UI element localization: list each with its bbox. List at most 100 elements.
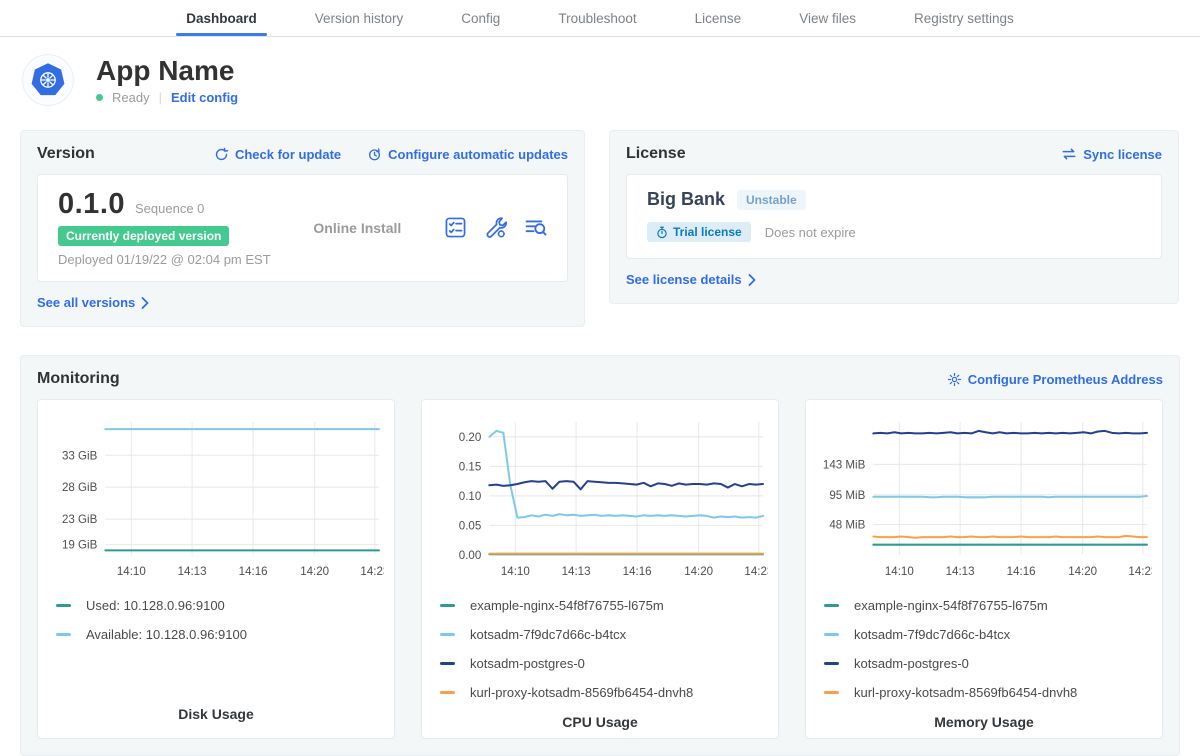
legend-swatch [440, 662, 455, 665]
edit-config-gear-icon[interactable] [484, 216, 507, 239]
legend-label: example-nginx-54f8f76755-l675m [854, 598, 1048, 613]
check-for-update-button[interactable]: Check for update [214, 147, 341, 162]
legend-swatch [440, 691, 455, 694]
legend-item: kotsadm-postgres-0 [824, 656, 1152, 671]
legend-item: kotsadm-7f9dc7d66c-b4tcx [824, 627, 1152, 642]
svg-text:14:16: 14:16 [623, 566, 652, 578]
legend-item: kurl-proxy-kotsadm-8569fb6454-dnvh8 [440, 685, 768, 700]
legend-swatch [824, 633, 839, 636]
legend-swatch [440, 633, 455, 636]
license-customer-name: Big Bank [647, 189, 725, 210]
configure-automatic-updates-button[interactable]: Configure automatic updates [367, 147, 568, 162]
svg-text:14:13: 14:13 [946, 566, 975, 578]
svg-text:14:20: 14:20 [1068, 566, 1097, 578]
svg-text:14:16: 14:16 [239, 566, 268, 578]
legend-label: kotsadm-7f9dc7d66c-b4tcx [854, 627, 1010, 642]
svg-text:48 MiB: 48 MiB [829, 520, 865, 532]
version-sequence: Sequence 0 [135, 201, 204, 216]
top-nav: Dashboard Version history Config Trouble… [0, 0, 1200, 37]
status-dot [96, 94, 103, 101]
see-license-details-link[interactable]: See license details [626, 272, 756, 287]
legend-swatch [824, 662, 839, 665]
svg-text:14:13: 14:13 [178, 566, 207, 578]
legend-item: Available: 10.128.0.96:9100 [56, 627, 384, 642]
configure-prometheus-button[interactable]: Configure Prometheus Address [947, 372, 1163, 387]
legend-label: Used: 10.128.0.96:9100 [86, 598, 225, 613]
svg-text:14:10: 14:10 [501, 566, 530, 578]
view-logs-icon[interactable] [524, 216, 547, 239]
tab-troubleshoot[interactable]: Troubleshoot [554, 0, 640, 36]
trial-license-badge: Trial license [647, 222, 751, 242]
svg-text:28 GiB: 28 GiB [62, 482, 98, 494]
deployed-timestamp: Deployed 01/19/22 @ 02:04 pm EST [58, 252, 271, 267]
svg-text:14:23: 14:23 [360, 566, 384, 578]
chevron-right-icon [748, 274, 756, 286]
legend-item: example-nginx-54f8f76755-l675m [440, 598, 768, 613]
app-status: Ready [112, 90, 150, 105]
svg-text:0.10: 0.10 [459, 491, 481, 503]
tab-dashboard[interactable]: Dashboard [182, 0, 261, 36]
version-panel: Version Check for update Configure autom… [20, 130, 585, 327]
svg-text:14:13: 14:13 [562, 566, 591, 578]
sync-license-button[interactable]: Sync license [1061, 147, 1162, 162]
tab-registry-settings[interactable]: Registry settings [910, 0, 1018, 36]
sync-icon [1061, 147, 1077, 161]
tab-config[interactable]: Config [457, 0, 504, 36]
tab-version-history[interactable]: Version history [311, 0, 408, 36]
svg-text:33 GiB: 33 GiB [62, 450, 98, 462]
svg-text:143 MiB: 143 MiB [823, 459, 866, 471]
legend-label: kotsadm-postgres-0 [854, 656, 969, 671]
stopwatch-icon [656, 226, 668, 239]
tab-view-files[interactable]: View files [795, 0, 860, 36]
deployed-version-badge: Currently deployed version [58, 226, 229, 246]
chart-title: CPU Usage [432, 714, 768, 732]
license-panel: License Sync license Big Bank Unstable [609, 130, 1179, 304]
legend-swatch [56, 633, 71, 636]
kubernetes-logo-icon [22, 54, 74, 106]
memory-usage-chart-card: 14:1014:1314:1614:2014:2348 MiB95 MiB143… [805, 399, 1163, 739]
disk-usage-legend: Used: 10.128.0.96:9100 Available: 10.128.… [56, 598, 384, 656]
cpu-usage-chart: 14:1014:1314:1614:2014:230.000.050.100.1… [432, 412, 768, 588]
legend-label: kotsadm-postgres-0 [470, 656, 585, 671]
chevron-right-icon [141, 297, 149, 309]
edit-config-link[interactable]: Edit config [171, 90, 238, 105]
divider: | [159, 90, 162, 105]
svg-text:95 MiB: 95 MiB [829, 490, 865, 502]
app-title: App Name [96, 55, 238, 87]
legend-swatch [824, 691, 839, 694]
monitoring-panel: Monitoring Configure Prometheus Address … [20, 355, 1180, 756]
svg-text:19 GiB: 19 GiB [62, 540, 98, 552]
license-expiry: Does not expire [765, 225, 856, 240]
chart-title: Disk Usage [48, 706, 384, 724]
tab-license[interactable]: License [691, 0, 746, 36]
gear-icon [947, 372, 962, 387]
current-version-card: 0.1.0 Sequence 0 Currently deployed vers… [37, 174, 568, 282]
disk-usage-chart-card: 14:10 14:13 14:16 14:20 14:23 19 GiB 23 GiB 28 … [37, 399, 395, 739]
legend-label: kurl-proxy-kotsadm-8569fb6454-dnvh8 [854, 685, 1077, 700]
svg-text:14:10: 14:10 [885, 566, 914, 578]
svg-text:0.00: 0.00 [459, 550, 481, 562]
version-panel-title: Version [37, 145, 95, 163]
svg-text:14:10: 14:10 [117, 566, 146, 578]
svg-text:23 GiB: 23 GiB [62, 514, 98, 526]
cpu-usage-legend: example-nginx-54f8f76755-l675m kotsadm-7f… [440, 598, 768, 714]
svg-text:0.20: 0.20 [459, 432, 481, 444]
cpu-usage-chart-card: 14:1014:1314:1614:2014:230.000.050.100.1… [421, 399, 779, 739]
preflight-checks-icon[interactable] [444, 216, 467, 239]
legend-swatch [440, 604, 455, 607]
legend-label: kotsadm-7f9dc7d66c-b4tcx [470, 627, 626, 642]
refresh-icon [214, 147, 229, 162]
svg-text:14:23: 14:23 [744, 566, 768, 578]
license-panel-title: License [626, 145, 686, 163]
legend-item: kurl-proxy-kotsadm-8569fb6454-dnvh8 [824, 685, 1152, 700]
legend-item: kotsadm-7f9dc7d66c-b4tcx [440, 627, 768, 642]
disk-usage-chart: 14:10 14:13 14:16 14:20 14:23 19 GiB 23 GiB 28 … [48, 412, 384, 588]
legend-item: kotsadm-postgres-0 [440, 656, 768, 671]
license-card: Big Bank Unstable Trial license Does not… [626, 174, 1162, 259]
memory-usage-chart: 14:1014:1314:1614:2014:2348 MiB95 MiB143… [816, 412, 1152, 588]
see-all-versions-link[interactable]: See all versions [37, 295, 149, 310]
legend-item: example-nginx-54f8f76755-l675m [824, 598, 1152, 613]
svg-text:14:23: 14:23 [1128, 566, 1152, 578]
svg-text:14:20: 14:20 [684, 566, 713, 578]
svg-text:14:20: 14:20 [300, 566, 329, 578]
